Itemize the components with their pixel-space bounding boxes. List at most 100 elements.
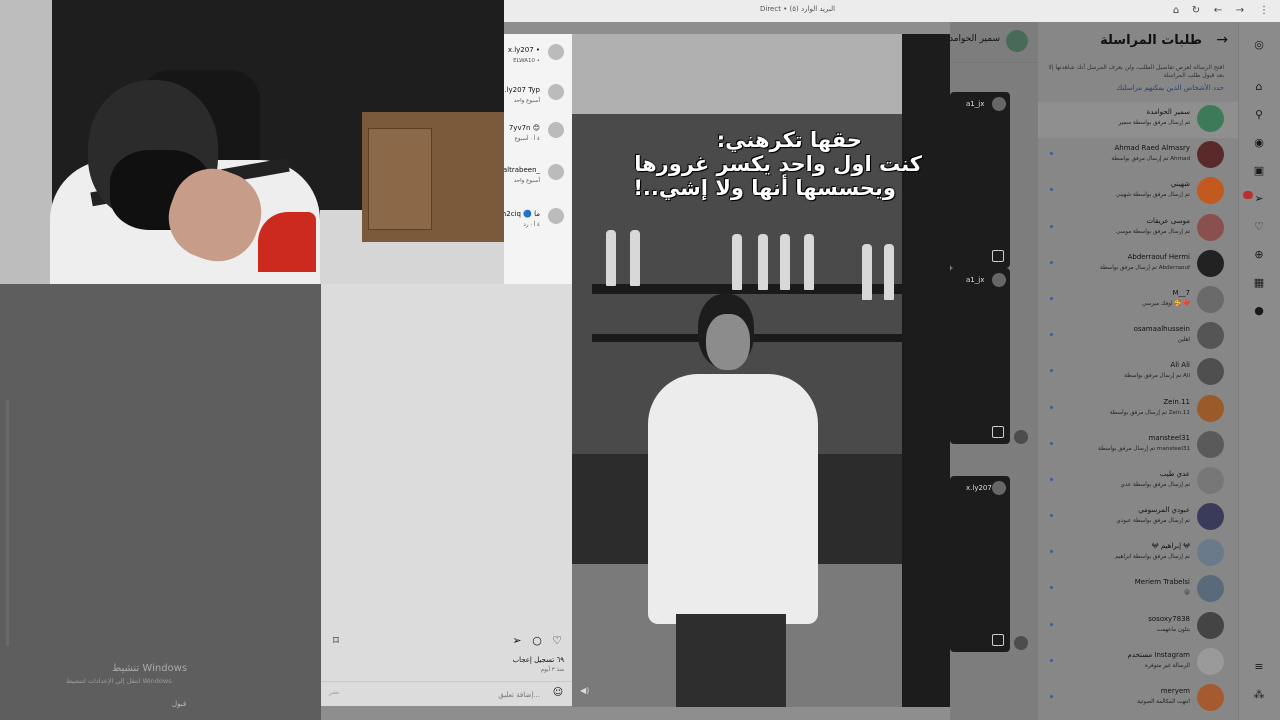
comment-icon[interactable]: ○: [530, 634, 544, 648]
request-row[interactable]: 𖤍 إبراهيم 𖤍 تم إرسال مرفق بواسطة ابراهيم: [1038, 536, 1238, 572]
profile-icon[interactable]: ●: [1252, 304, 1266, 318]
like-count[interactable]: ٦٩ تسجيل إعجاب: [513, 656, 564, 664]
request-name: Zein.11: [1163, 397, 1190, 406]
home-icon[interactable]: ⌂: [1252, 80, 1266, 94]
request-row[interactable]: سمير الحوامدة تم إرسال مرفق بواسطة سمير: [1038, 102, 1238, 139]
avatar: [1197, 430, 1224, 458]
forward-icon[interactable]: →: [1232, 3, 1248, 19]
chat-item[interactable]: x.ly207 Typ أسبوع واحد: [500, 76, 572, 116]
chat-item[interactable]: 7yv7n 😊 ٤ أ · أسبوع: [504, 114, 572, 154]
request-row[interactable]: M__7 اوفك ميرسي 🥰 ❤️: [1038, 283, 1238, 319]
heart-icon[interactable]: ♡: [1252, 220, 1266, 234]
unread-dot: [1050, 441, 1053, 445]
reload-icon[interactable]: ↻: [1188, 3, 1204, 19]
unread-dot: [1050, 477, 1053, 481]
request-row[interactable]: شهيني تم إرسال مرفق بواسطة شهيني: [1038, 174, 1238, 210]
webcam-overlay: [0, 0, 504, 284]
avatar: [1197, 249, 1224, 277]
request-row[interactable]: Abderraouf Hermi تم إرسال مرفق بواسطة Abd…: [1038, 247, 1238, 283]
chat-name: altrabeen_: [502, 166, 540, 174]
unread-dot: [1050, 514, 1053, 518]
request-row[interactable]: موسى عريقات تم إرسال مرفق بواسطة موسى: [1038, 211, 1238, 247]
instagram-logo-icon[interactable]: ◎: [1252, 38, 1266, 52]
post-comment-button[interactable]: نشر: [329, 689, 339, 696]
chat-item[interactable]: altrabeen_ أسبوع واحد: [502, 156, 572, 196]
person: [638, 284, 818, 707]
tab-title: Direct • (٥) البريد الوارد: [760, 5, 836, 13]
create-icon[interactable]: ⊕: [1252, 248, 1266, 262]
shared-reel-card[interactable]: a1_jx: [950, 92, 1010, 268]
bottle: [862, 244, 872, 300]
avatar: [1197, 322, 1224, 350]
accept-button[interactable]: قبول: [172, 700, 186, 708]
unread-dot: [1050, 296, 1053, 300]
emoji-icon[interactable]: ☺: [552, 687, 564, 699]
face: [706, 314, 750, 370]
scrollbar[interactable]: [6, 400, 9, 646]
request-preview: تم إرسال مرفق بواسطة ابراهيم: [1115, 554, 1190, 561]
request-preview: تم إرسال مرفق بواسطة شهيني: [1115, 192, 1190, 199]
reel-video[interactable]: حقها تكرهني: كنت اول واحد يكسر غرورها وي…: [572, 34, 950, 707]
mute-icon[interactable]: ◀): [580, 686, 589, 695]
request-row[interactable]: عبودي المرسومي تم إرسال مرفق بواسطة عبودي: [1038, 500, 1238, 536]
dashboard-icon[interactable]: ▦: [1252, 276, 1266, 290]
wall: [0, 0, 52, 284]
request-row[interactable]: Meriem Trabelsi 😮: [1038, 572, 1238, 608]
reel-icon: [992, 250, 1004, 262]
unread-dot: [1050, 658, 1053, 662]
request-row[interactable]: osamaalhussein اهلين: [1038, 319, 1238, 355]
chat-subtitle: أسبوع واحد: [513, 178, 540, 184]
chat-subtitle: ELWA10 •: [513, 58, 540, 64]
bottle: [732, 234, 742, 290]
request-preview: بتلون ماعهمت: [1156, 626, 1190, 633]
unread-dot: [1050, 586, 1053, 590]
home-icon[interactable]: ⌂: [1168, 3, 1184, 19]
manage-requests-link[interactable]: حدد الأشخاص الذين يمكنهم مراسلتك: [1116, 84, 1224, 92]
request-row[interactable]: mansteel31 تم إرسال مرفق بواسطة mansteel3…: [1038, 428, 1238, 464]
request-name: Meriem Trabelsi: [1134, 578, 1190, 587]
heart-icon[interactable]: ♡: [550, 634, 564, 648]
request-row[interactable]: Ali Ali تم إرسال مرفق بواسطة Ali: [1038, 355, 1238, 391]
back-arrow-icon[interactable]: →: [1216, 32, 1228, 48]
request-row[interactable]: meryem انتهت المكالمة الصوتية: [1038, 681, 1238, 717]
request-name: osamaalhussein: [1133, 325, 1190, 334]
request-row[interactable]: Zein.11 تم إرسال مرفق بواسطة Zein.11: [1038, 392, 1238, 428]
unread-badge: [1243, 191, 1253, 199]
chat-item[interactable]: m2ciq 🔵 ما ٤ أ · رد: [499, 200, 572, 240]
request-preview: 😮: [1184, 590, 1190, 597]
more-menu-icon[interactable]: ≡: [1252, 660, 1266, 674]
back-icon[interactable]: ←: [1210, 3, 1226, 19]
chat-item[interactable]: x.ly207 • ELWA10 •: [504, 36, 572, 76]
avatar: [992, 481, 1006, 495]
request-name: Ali Ali: [1170, 361, 1190, 370]
shared-reel-card[interactable]: x.ly207: [950, 476, 1010, 652]
avatar: [1197, 466, 1224, 494]
menu-icon[interactable]: ⋮: [1256, 3, 1272, 19]
comment-input[interactable]: [358, 687, 542, 703]
avatar: [1006, 30, 1028, 52]
avatar: [1197, 684, 1224, 711]
apps-icon[interactable]: ⁂: [1252, 688, 1266, 702]
share-icon[interactable]: ➢: [510, 634, 524, 648]
dm-contact-name: سمير الحوامدة: [944, 34, 1000, 44]
request-row[interactable]: Ahmad Raed Almasry تم إرسال مرفق بواسطة A…: [1038, 138, 1238, 174]
avatar: [1197, 539, 1224, 567]
request-preview: تم إرسال مرفق بواسطة موسى: [1115, 228, 1190, 235]
request-row[interactable]: sosoxy7838 بتلون ماعهمت: [1038, 609, 1238, 645]
dm-header[interactable]: سمير الحوامدة: [944, 22, 1038, 63]
search-icon[interactable]: ⚲: [1252, 108, 1266, 122]
explore-icon[interactable]: ◉: [1252, 136, 1266, 150]
unread-dot: [1050, 550, 1053, 554]
reels-icon[interactable]: ▣: [1252, 164, 1266, 178]
avatar: [548, 122, 564, 138]
shared-reel-card[interactable]: a1_jx: [950, 268, 1010, 444]
request-row[interactable]: مستخدم Instagram الرسالة غير متوفرة: [1038, 645, 1238, 681]
unread-dot: [1050, 224, 1053, 228]
request-row[interactable]: عدي طيب تم إرسال مرفق بواسطة عدي: [1038, 464, 1238, 500]
messages-icon[interactable]: ➢: [1252, 192, 1266, 206]
avatar: [1197, 177, 1224, 205]
request-preview: تم إرسال مرفق بواسطة Zein.11: [1109, 409, 1190, 416]
unread-dot: [1050, 405, 1053, 409]
bookmark-icon[interactable]: ⌑: [329, 634, 343, 648]
ceiling: [572, 34, 950, 114]
